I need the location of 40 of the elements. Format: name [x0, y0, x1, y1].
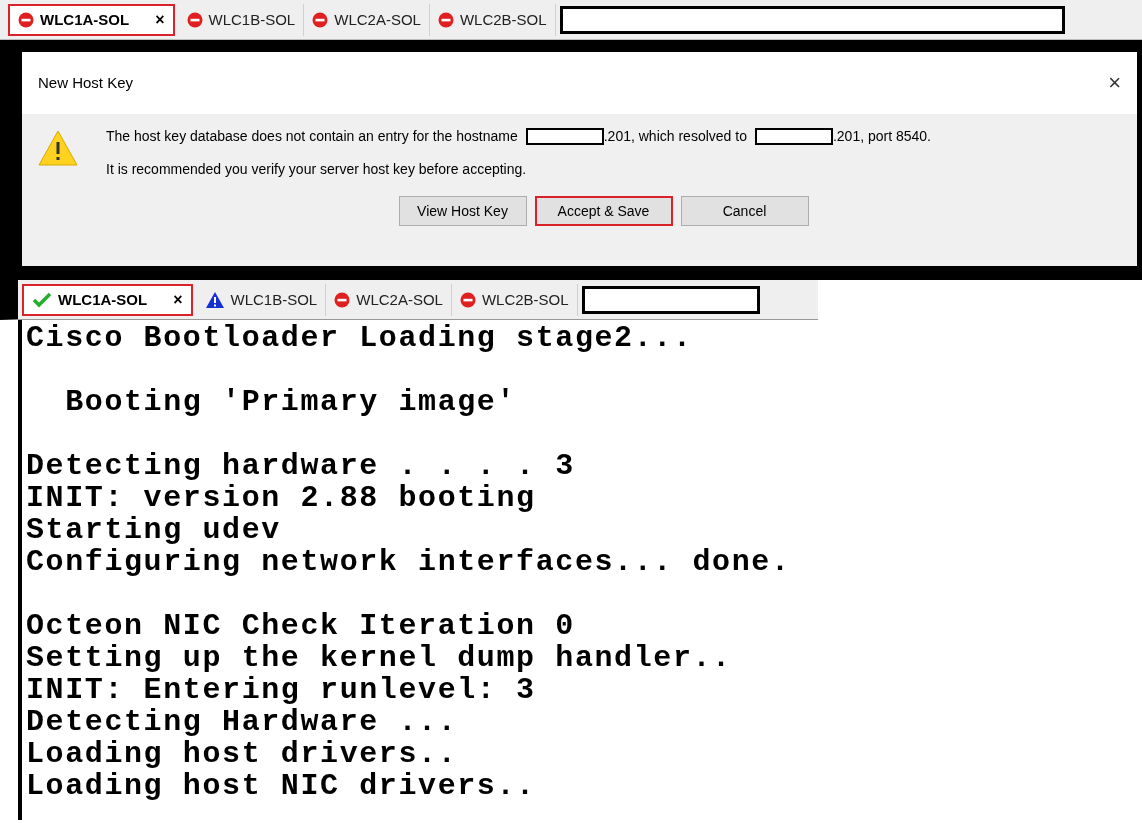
- terminal-line: Configuring network interfaces... done.: [26, 546, 792, 578]
- dialog-button[interactable]: View Host Key: [398, 196, 527, 226]
- terminal-line: Booting 'Primary image': [64, 386, 518, 418]
- dialog-button[interactable]: Accept & Save: [534, 196, 673, 226]
- warning-icon: [38, 130, 78, 166]
- tab[interactable]: WLC1A-SOL ×: [8, 4, 175, 36]
- close-icon[interactable]: ×: [173, 288, 183, 312]
- checkmark-icon: [32, 292, 52, 308]
- terminal-line: Cisco Bootloader Loading stage2...: [26, 322, 694, 354]
- terminal-line: INIT: Entering runlevel: 3: [26, 674, 537, 706]
- stop-icon: [186, 12, 203, 28]
- dialog-message: .201, which resolved to: [603, 127, 747, 146]
- tab[interactable]: WLC1B-SOL: [178, 4, 305, 36]
- tab[interactable]: WLC2A-SOL: [326, 284, 452, 316]
- stop-icon: [437, 12, 454, 28]
- stop-icon: [18, 12, 34, 28]
- dialog-title: New Host Key: [38, 72, 134, 93]
- terminal-line: Starting udev: [26, 514, 282, 546]
- close-icon[interactable]: ×: [1108, 72, 1121, 94]
- terminal-line: Detecting Hardware ...: [26, 706, 459, 738]
- terminal-line: Loading host NIC drivers..: [26, 770, 537, 802]
- terminal-line: INIT: version 2.88 booting: [26, 482, 537, 514]
- tab[interactable]: WLC2A-SOL: [304, 4, 430, 36]
- tab[interactable]: WLC1B-SOL: [196, 284, 327, 316]
- terminal-line: Detecting hardware . . . . 3: [26, 450, 576, 482]
- dialog-note: It is recommended you verify your server host key before accepting.: [106, 160, 528, 179]
- tab[interactable]: WLC2B-SOL: [429, 4, 556, 36]
- tab[interactable]: WLC1A-SOL ×: [22, 284, 193, 316]
- terminal-line: Octeon NIC Check Iteration 0: [26, 610, 576, 642]
- dialog-message: The host key database does not contain an entry for the hostname: [106, 127, 518, 146]
- dialog-message: .201, port 8540.: [832, 127, 931, 146]
- close-icon[interactable]: ×: [155, 8, 165, 32]
- warning-icon: [204, 291, 225, 309]
- stop-icon: [334, 292, 351, 308]
- dialog-button[interactable]: Cancel: [680, 196, 809, 226]
- terminal-line: Loading host drivers..: [26, 738, 459, 770]
- tab[interactable]: WLC2B-SOL: [451, 284, 578, 316]
- stop-icon: [459, 292, 476, 308]
- terminal-line: Setting up the kernel dump handler..: [26, 642, 733, 674]
- stop-icon: [312, 12, 329, 28]
